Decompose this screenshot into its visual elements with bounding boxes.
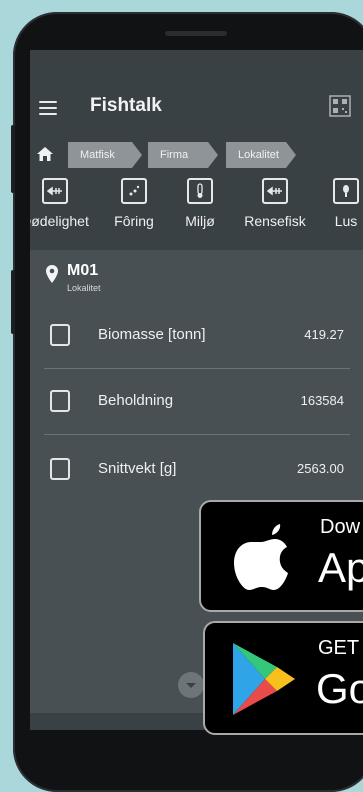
speaker-grille	[165, 31, 227, 36]
tab-label: Rensefisk	[244, 213, 306, 229]
power-button	[11, 270, 15, 334]
tab-label: Miljø	[185, 213, 215, 229]
app-bar: Fishtalk	[30, 85, 363, 125]
metric-row-beholdning[interactable]: Beholdning 163584	[44, 368, 350, 435]
app-store-small-text: Dow	[320, 516, 361, 538]
tab-miljo[interactable]: Miljø	[174, 178, 226, 229]
breadcrumb-matfisk[interactable]: Matfisk	[68, 142, 142, 168]
metric-value: 2563.00	[297, 461, 344, 476]
tab-label: Dødelighet	[30, 213, 89, 229]
scroll-down-button[interactable]	[178, 672, 204, 698]
site-name: M01	[67, 262, 99, 279]
thermometer-icon	[187, 178, 213, 204]
metric-label: Snittvekt [g]	[98, 460, 177, 477]
breadcrumb-lokalitet[interactable]: Lokalitet	[226, 142, 296, 168]
metric-icon	[50, 458, 70, 480]
google-play-logo-icon	[233, 643, 295, 715]
fish-icon	[42, 178, 68, 204]
tab-lus[interactable]: Lus	[328, 178, 363, 229]
hamburger-menu-icon[interactable]	[39, 101, 57, 119]
metric-label: Beholdning	[98, 392, 174, 409]
app-store-badge[interactable]: Dow Ap	[199, 500, 363, 612]
google-play-badge[interactable]: GET Go	[203, 621, 363, 735]
home-icon[interactable]	[36, 146, 54, 162]
tab-rensefisk[interactable]: Rensefisk	[240, 178, 310, 229]
google-play-big-text: Go	[316, 665, 363, 712]
metric-row-snittvekt[interactable]: Snittvekt [g] 2563.00	[44, 436, 350, 502]
tab-foring[interactable]: Fôring	[104, 178, 164, 229]
metric-label: Biomasse [tonn]	[98, 326, 206, 343]
metric-icon	[50, 324, 70, 346]
tab-label: Fôring	[114, 213, 154, 229]
app-title: Fishtalk	[90, 95, 162, 116]
breadcrumb-firma[interactable]: Firma	[148, 142, 218, 168]
metric-value: 419.27	[304, 327, 344, 342]
qr-code-icon[interactable]	[329, 95, 351, 117]
location-pin-icon	[46, 265, 58, 283]
app-store-big-text: Ap	[318, 544, 363, 591]
site-type: Lokalitet	[67, 283, 101, 293]
chevron-down-icon	[186, 683, 196, 688]
metric-row-biomasse[interactable]: Biomasse [tonn] 419.27	[44, 302, 350, 369]
breadcrumb: Matfisk Firma Lokalitet	[30, 140, 363, 170]
apple-logo-icon	[234, 524, 288, 590]
lice-icon	[333, 178, 359, 204]
metric-icon	[50, 390, 70, 412]
volume-button	[11, 125, 15, 193]
category-tabs: Dødelighet Fôring Miljø Rensefisk Lus	[30, 178, 363, 238]
feed-icon	[121, 178, 147, 204]
tab-label: Lus	[334, 213, 358, 229]
metric-value: 163584	[300, 393, 344, 408]
google-play-small-text: GET	[318, 637, 360, 659]
tab-dodelighet[interactable]: Dødelighet	[30, 178, 90, 229]
fish-icon	[262, 178, 288, 204]
